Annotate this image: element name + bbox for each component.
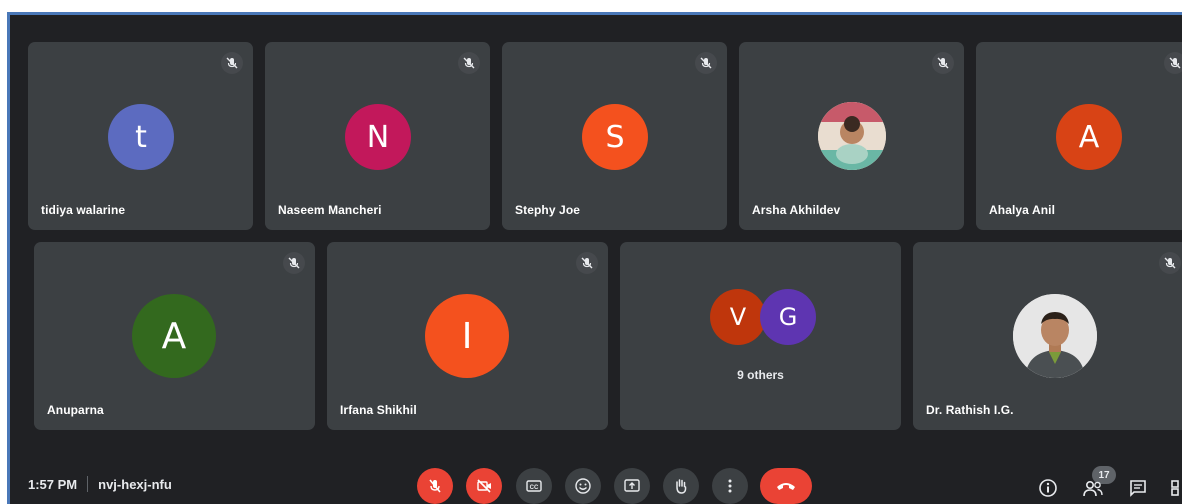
- present-icon: [624, 479, 640, 492]
- participant-name: Naseem Mancheri: [278, 203, 382, 217]
- participant-tile[interactable]: N Naseem Mancheri: [265, 42, 490, 230]
- info-icon: [1039, 479, 1057, 497]
- participant-name: Irfana Shikhil: [340, 403, 417, 417]
- participant-tile[interactable]: S Stephy Joe: [502, 42, 727, 230]
- activities-button[interactable]: [1170, 478, 1182, 503]
- hand-icon: [676, 479, 687, 494]
- muted-mic-icon: [932, 52, 954, 74]
- cc-icon: CC: [526, 480, 542, 492]
- profile-photo: [818, 102, 886, 170]
- participant-name: Dr. Rathish I.G.: [926, 403, 1014, 417]
- avatar: A: [1056, 104, 1122, 170]
- more-vert-icon: [728, 479, 732, 493]
- phone-hangup-icon: [777, 483, 795, 490]
- meeting-details-button[interactable]: [1038, 478, 1058, 503]
- captions-button[interactable]: CC: [516, 468, 552, 504]
- participant-name: Arsha Akhildev: [752, 203, 841, 217]
- muted-mic-icon: [283, 252, 305, 274]
- participant-tile[interactable]: Dr. Rathish I.G.: [913, 242, 1182, 430]
- participant-name: Anuparna: [47, 403, 104, 417]
- avatar: t: [108, 104, 174, 170]
- muted-mic-icon: [458, 52, 480, 74]
- profile-photo: [1013, 294, 1097, 378]
- avatar: I: [425, 294, 509, 378]
- others-count-label: 9 others: [737, 368, 784, 382]
- people-button[interactable]: [1082, 478, 1104, 503]
- participant-tile[interactable]: A Ahalya Anil: [976, 42, 1182, 230]
- camera-off-button[interactable]: [466, 468, 502, 504]
- avatar: V: [710, 289, 766, 345]
- chat-button[interactable]: [1128, 478, 1148, 503]
- muted-mic-icon: [221, 52, 243, 74]
- participant-name: tidiya walarine: [41, 203, 126, 217]
- meeting-code: nvj-hexj-nfu: [98, 476, 172, 492]
- participant-name: Ahalya Anil: [989, 203, 1056, 217]
- mic-off-icon: [429, 479, 441, 493]
- muted-mic-icon: [576, 252, 598, 274]
- others-tile[interactable]: V G 9 others: [620, 242, 901, 430]
- muted-mic-icon: [1164, 52, 1182, 74]
- leave-call-button[interactable]: [760, 468, 812, 504]
- reactions-button[interactable]: [565, 468, 601, 504]
- muted-mic-icon: [1159, 252, 1181, 274]
- avatar: A: [132, 294, 216, 378]
- camera-off-icon: [477, 479, 491, 493]
- more-options-button[interactable]: [712, 468, 748, 504]
- participant-tile[interactable]: A Anuparna: [34, 242, 315, 430]
- raise-hand-button[interactable]: [663, 468, 699, 504]
- people-icon: [1083, 480, 1103, 497]
- participant-tile[interactable]: t tidiya walarine: [28, 42, 253, 230]
- avatar: S: [582, 104, 648, 170]
- participant-tile[interactable]: Arsha Akhildev: [739, 42, 964, 230]
- mic-off-button[interactable]: [417, 468, 453, 504]
- muted-mic-icon: [695, 52, 717, 74]
- activities-icon: [1171, 480, 1179, 496]
- participant-name: Stephy Joe: [515, 203, 581, 217]
- clock-time: 1:57 PM: [28, 476, 78, 492]
- avatar: N: [345, 104, 411, 170]
- participant-tile[interactable]: I Irfana Shikhil: [327, 242, 608, 430]
- meeting-info: 1:57 PM nvj-hexj-nfu: [28, 476, 172, 492]
- divider: [87, 476, 89, 492]
- svg-text:CC: CC: [530, 485, 539, 491]
- emoji-icon: [575, 478, 591, 494]
- present-button[interactable]: [614, 468, 650, 504]
- chat-icon: [1130, 480, 1146, 497]
- avatar: G: [760, 289, 816, 345]
